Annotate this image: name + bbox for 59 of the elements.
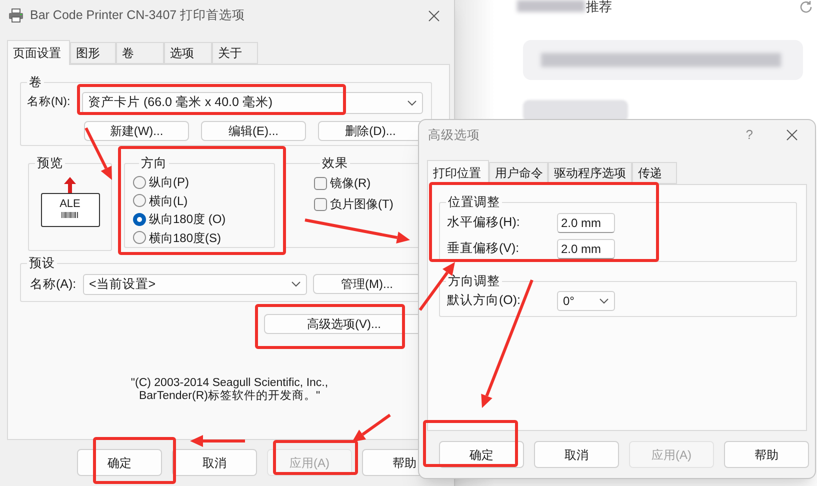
input-field[interactable]: 2.0 mm [557,238,615,259]
copyright-text: "(C) 2003-2014 Seagull Scientific, Inc., [130,377,328,389]
radio-button[interactable]: 纵向(P) [133,172,189,192]
copyright-text: BarTender(R)标签软件的开发商。" [138,390,320,403]
dropdown[interactable]: 0° [557,290,615,311]
up-arrow-icon [64,176,76,193]
button[interactable]: 取消 [172,449,257,476]
section-heading: 推荐 [586,0,612,14]
checkbox[interactable]: 负片图像(T) [314,194,394,215]
window-title: Bar Code Printer CN-3407 打印首选项 [30,7,246,24]
annotation-arrow [352,414,391,442]
group-label: 预设 [28,255,56,272]
radio-button[interactable]: 横向(L) [133,191,188,210]
dropdown[interactable]: 资产卡片 (66.0 毫米 x 40.0 毫米) [82,92,423,114]
group-label: 方向 [140,155,168,172]
barcode-icon [61,212,79,218]
tab[interactable]: 驱动程序选项 [548,162,632,184]
annotation-arrow [84,127,112,180]
refresh-icon [799,0,813,14]
button[interactable]: 确定 [77,449,162,476]
tab[interactable]: 卷 [116,42,164,64]
button[interactable]: 管理(M)... [313,274,421,294]
button[interactable]: 取消 [534,441,619,468]
tab[interactable]: 用户命令 [489,162,548,184]
dropdown[interactable]: <当前设置> [83,274,307,295]
close-button[interactable] [785,128,799,142]
chevron-icon [599,298,609,304]
close-icon [786,129,798,141]
input-field[interactable]: 2.0 mm [557,212,615,233]
button[interactable]: 编辑(E)... [201,120,306,141]
close-icon [428,10,440,22]
tab[interactable]: 传递 [632,162,677,184]
group-label: 位置调整 [447,194,501,211]
tab[interactable]: 关于 [212,42,258,64]
radio-button[interactable]: 横向180度(S) [133,228,222,247]
field-label: 名称(N): [26,94,72,110]
chevron-icon [291,281,301,288]
close-button[interactable] [427,8,441,22]
blurred-text [517,0,585,12]
radio-button[interactable]: 纵向180度 (O) [133,210,226,228]
chevron-icon [407,100,417,106]
window-title: 高级选项 [428,126,480,144]
group-label: 效果 [321,155,349,172]
field-label: 水平偏移(H): [446,214,521,232]
group-label: 方向调整 [447,273,501,290]
printer-icon [8,8,24,23]
tab[interactable]: 图形 [70,42,116,64]
button[interactable]: 新建(W)... [84,120,189,141]
tab[interactable]: 页面设置 [7,40,70,65]
field-label: 默认方向(O): [446,292,522,310]
field-label: 名称(A): [29,276,78,293]
checkbox[interactable]: 镜像(R) [314,172,371,194]
group-label: 卷 [28,74,43,91]
field-label: 垂直偏移(V): [446,240,520,258]
annotation-arrow [190,435,245,447]
button[interactable]: 帮助 [724,441,809,468]
tab[interactable]: 选项 [164,42,212,64]
preview-text: ALE [60,198,80,210]
group-label: 预览 [36,155,64,172]
